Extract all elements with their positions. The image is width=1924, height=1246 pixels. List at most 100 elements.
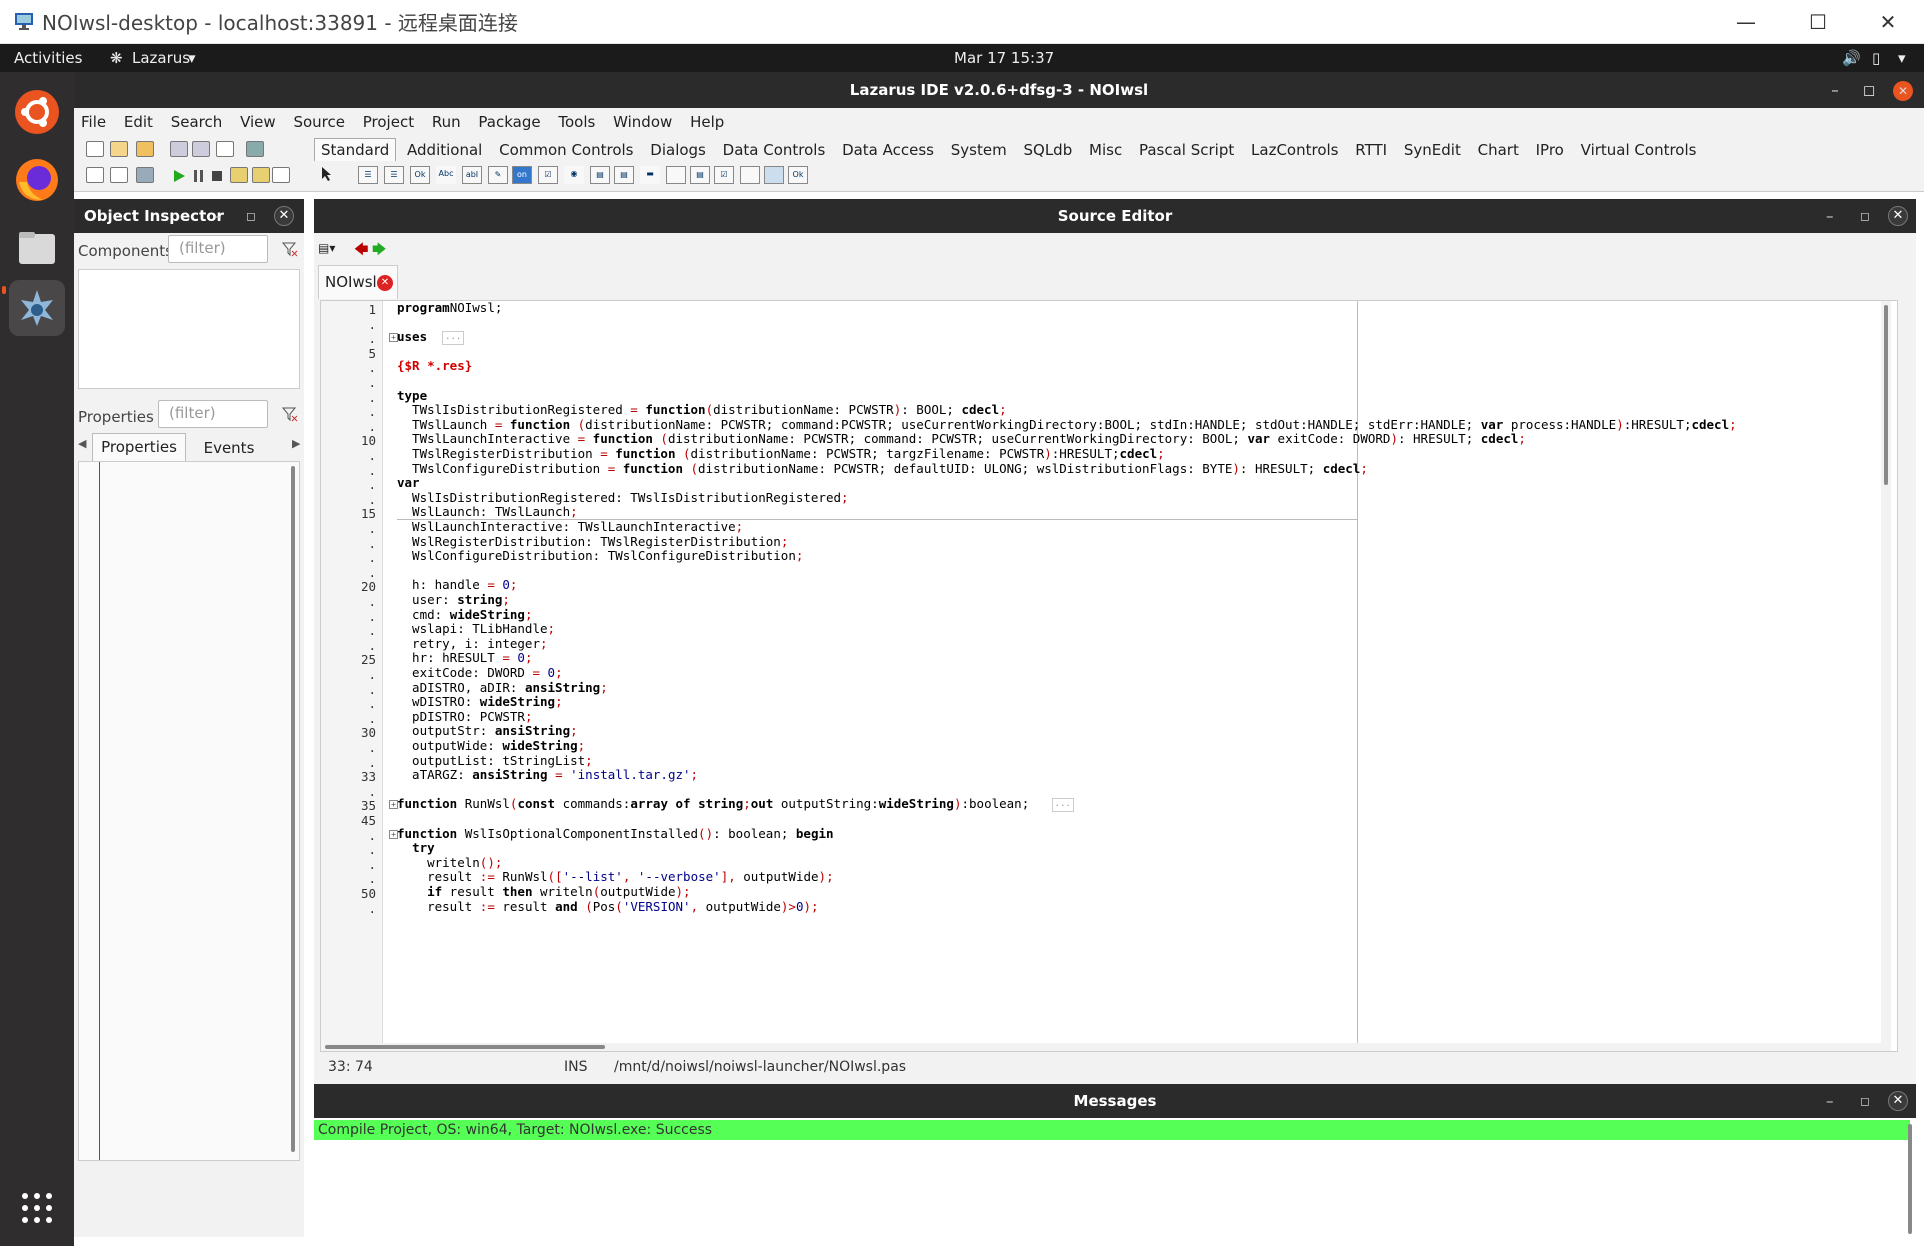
menu-view[interactable]: View xyxy=(233,108,282,131)
menu-source[interactable]: Source xyxy=(286,108,351,131)
compile-success-message[interactable]: Compile Project, OS: win64, Target: NOIw… xyxy=(314,1120,1910,1140)
menu-package[interactable]: Package xyxy=(471,108,546,131)
tab-misc[interactable]: Misc xyxy=(1083,139,1128,161)
tab-standard[interactable]: Standard xyxy=(314,138,397,161)
tab-common-controls[interactable]: Common Controls xyxy=(493,139,639,161)
tradiobutton-icon[interactable]: ◉ xyxy=(564,166,584,184)
menu-help[interactable]: Help xyxy=(683,108,730,131)
tedit-icon[interactable]: abI xyxy=(462,166,482,184)
new-unit-icon[interactable] xyxy=(86,141,104,157)
build-mode-icon[interactable] xyxy=(136,167,154,183)
jump-back-icon[interactable]: 🡄 xyxy=(354,239,368,263)
open-icon[interactable] xyxy=(136,141,154,157)
tab-additional[interactable]: Additional xyxy=(401,139,488,161)
vertical-scrollbar-thumb[interactable] xyxy=(1884,305,1888,485)
activities-button[interactable]: Activities xyxy=(14,49,82,67)
se-maximize-button[interactable]: ◻ xyxy=(1860,199,1870,233)
minimize-button[interactable]: — xyxy=(1710,0,1782,44)
tab-chart[interactable]: Chart xyxy=(1472,139,1525,161)
se-close-button[interactable]: ✕ xyxy=(1888,206,1908,226)
file-tab[interactable]: NOIwsl ✕ xyxy=(318,265,398,299)
folded-block-marker[interactable]: ... xyxy=(442,330,465,345)
property-grid[interactable] xyxy=(78,461,300,1161)
view-forms-icon[interactable] xyxy=(86,167,104,183)
save-icon[interactable] xyxy=(170,141,188,157)
msg-minimize-button[interactable]: – xyxy=(1826,1084,1834,1118)
ubuntu-software-icon[interactable] xyxy=(9,84,65,140)
tab-virtual-controls[interactable]: Virtual Controls xyxy=(1575,139,1703,161)
step-over-icon[interactable] xyxy=(252,167,270,183)
code-line[interactable]: TWslConfigureDistribution = function (di… xyxy=(397,460,1368,478)
folded-block-marker[interactable]: ... xyxy=(1051,797,1074,812)
code-editor[interactable]: 1.. 5..... 10.... 15.... 20.... 25.... 30.. 33.… xyxy=(320,300,1898,1052)
properties-filter-input[interactable]: (filter) xyxy=(158,400,268,428)
clear-properties-filter-icon[interactable] xyxy=(282,406,298,422)
code-line[interactable]: function WslIsOptionalComponentInstalled… xyxy=(397,825,834,843)
tab-lazcontrols[interactable]: LazControls xyxy=(1245,139,1344,161)
view-units-icon[interactable] xyxy=(246,141,264,157)
oi-minimize-button[interactable]: – xyxy=(214,199,222,233)
tcheckbox-icon[interactable]: ☑ xyxy=(538,166,558,184)
tab-events[interactable]: Events xyxy=(194,435,264,461)
horizontal-scrollbar-thumb[interactable] xyxy=(325,1045,605,1049)
clear-filter-icon[interactable] xyxy=(282,241,298,257)
oi-maximize-button[interactable]: ◻ xyxy=(246,199,256,233)
tcheckgroup-icon[interactable]: ☑ xyxy=(714,166,734,184)
new-form-icon[interactable] xyxy=(110,141,128,157)
component-tree[interactable] xyxy=(78,269,300,389)
tab-system[interactable]: System xyxy=(945,139,1013,161)
tab-properties[interactable]: Properties xyxy=(92,433,186,461)
clock[interactable]: Mar 17 15:37 xyxy=(954,49,1054,67)
toggle-form-unit-icon[interactable] xyxy=(216,141,234,157)
code-line[interactable]: result := result and (Pos('VERSION', out… xyxy=(397,898,818,916)
tab-rtti[interactable]: RTTI xyxy=(1349,139,1393,161)
tab-synedit[interactable]: SynEdit xyxy=(1398,139,1467,161)
tab-sqldb[interactable]: SQLdb xyxy=(1018,139,1079,161)
menu-file[interactable]: File xyxy=(74,108,112,131)
tbutton-icon[interactable]: Ok xyxy=(410,166,430,184)
tgroupbox-icon[interactable] xyxy=(666,166,686,184)
tmainmenu-icon[interactable]: ☰ xyxy=(358,166,378,184)
stop-icon[interactable] xyxy=(210,169,224,183)
jump-forward-icon[interactable]: 🡆 xyxy=(372,239,386,263)
msg-close-button[interactable]: ✕ xyxy=(1888,1091,1908,1111)
tcombobox-icon[interactable]: ▤ xyxy=(614,166,634,184)
code-line[interactable]: {$R *.res} xyxy=(397,357,472,375)
ide-close-button[interactable]: ✕ xyxy=(1886,72,1920,108)
menu-window[interactable]: Window xyxy=(606,108,678,131)
menu-search[interactable]: Search xyxy=(164,108,229,131)
pointer-icon[interactable] xyxy=(320,166,340,184)
ttogglebox-icon[interactable]: on xyxy=(512,166,532,184)
msg-maximize-button[interactable]: ◻ xyxy=(1860,1084,1870,1118)
tab-data-access[interactable]: Data Access xyxy=(836,139,940,161)
tscrollbar-icon[interactable]: ▬ xyxy=(640,166,660,184)
messages-scrollbar[interactable] xyxy=(1908,1124,1912,1234)
menu-edit[interactable]: Edit xyxy=(117,108,159,131)
code-line[interactable]: WslConfigureDistribution: TWslConfigureD… xyxy=(397,547,803,565)
toggle-icon[interactable] xyxy=(110,167,128,183)
horizontal-scrollbar[interactable] xyxy=(325,1043,1885,1051)
tpanel-icon[interactable] xyxy=(740,166,760,184)
fold-toggle-icon[interactable]: + xyxy=(389,333,398,343)
menu-run[interactable]: Run xyxy=(425,108,467,131)
step-out-icon[interactable] xyxy=(272,167,290,183)
tlabel-icon[interactable]: Abc xyxy=(436,166,456,184)
system-menu-chevron-icon[interactable]: ▾ xyxy=(1898,49,1906,67)
code-line[interactable]: aTARGZ: ansiString = 'install.tar.gz'; xyxy=(397,766,698,784)
code-line[interactable]: uses ... xyxy=(397,328,465,346)
se-minimize-button[interactable]: – xyxy=(1826,199,1834,233)
property-grid-scrollbar[interactable] xyxy=(291,466,295,1152)
close-button[interactable]: ✕ xyxy=(1852,0,1924,44)
tab-scroll-right-icon[interactable]: ▶ xyxy=(292,437,300,450)
tab-scroll-left-icon[interactable]: ◀ xyxy=(78,437,86,450)
oi-close-button[interactable]: ✕ xyxy=(274,206,294,226)
tactionlist-icon[interactable]: Ok xyxy=(788,166,808,184)
maximize-button[interactable]: ☐ xyxy=(1782,0,1854,44)
show-applications-icon[interactable] xyxy=(9,1180,65,1236)
tab-dialogs[interactable]: Dialogs xyxy=(644,139,712,161)
fold-toggle-icon[interactable]: + xyxy=(389,829,398,839)
code-line[interactable]: function RunWsl(const commands:array of … xyxy=(397,795,1074,813)
save-all-icon[interactable] xyxy=(192,141,210,157)
volume-icon[interactable]: 🔊 xyxy=(1842,49,1861,67)
app-menu[interactable]: Lazarus xyxy=(132,49,190,67)
